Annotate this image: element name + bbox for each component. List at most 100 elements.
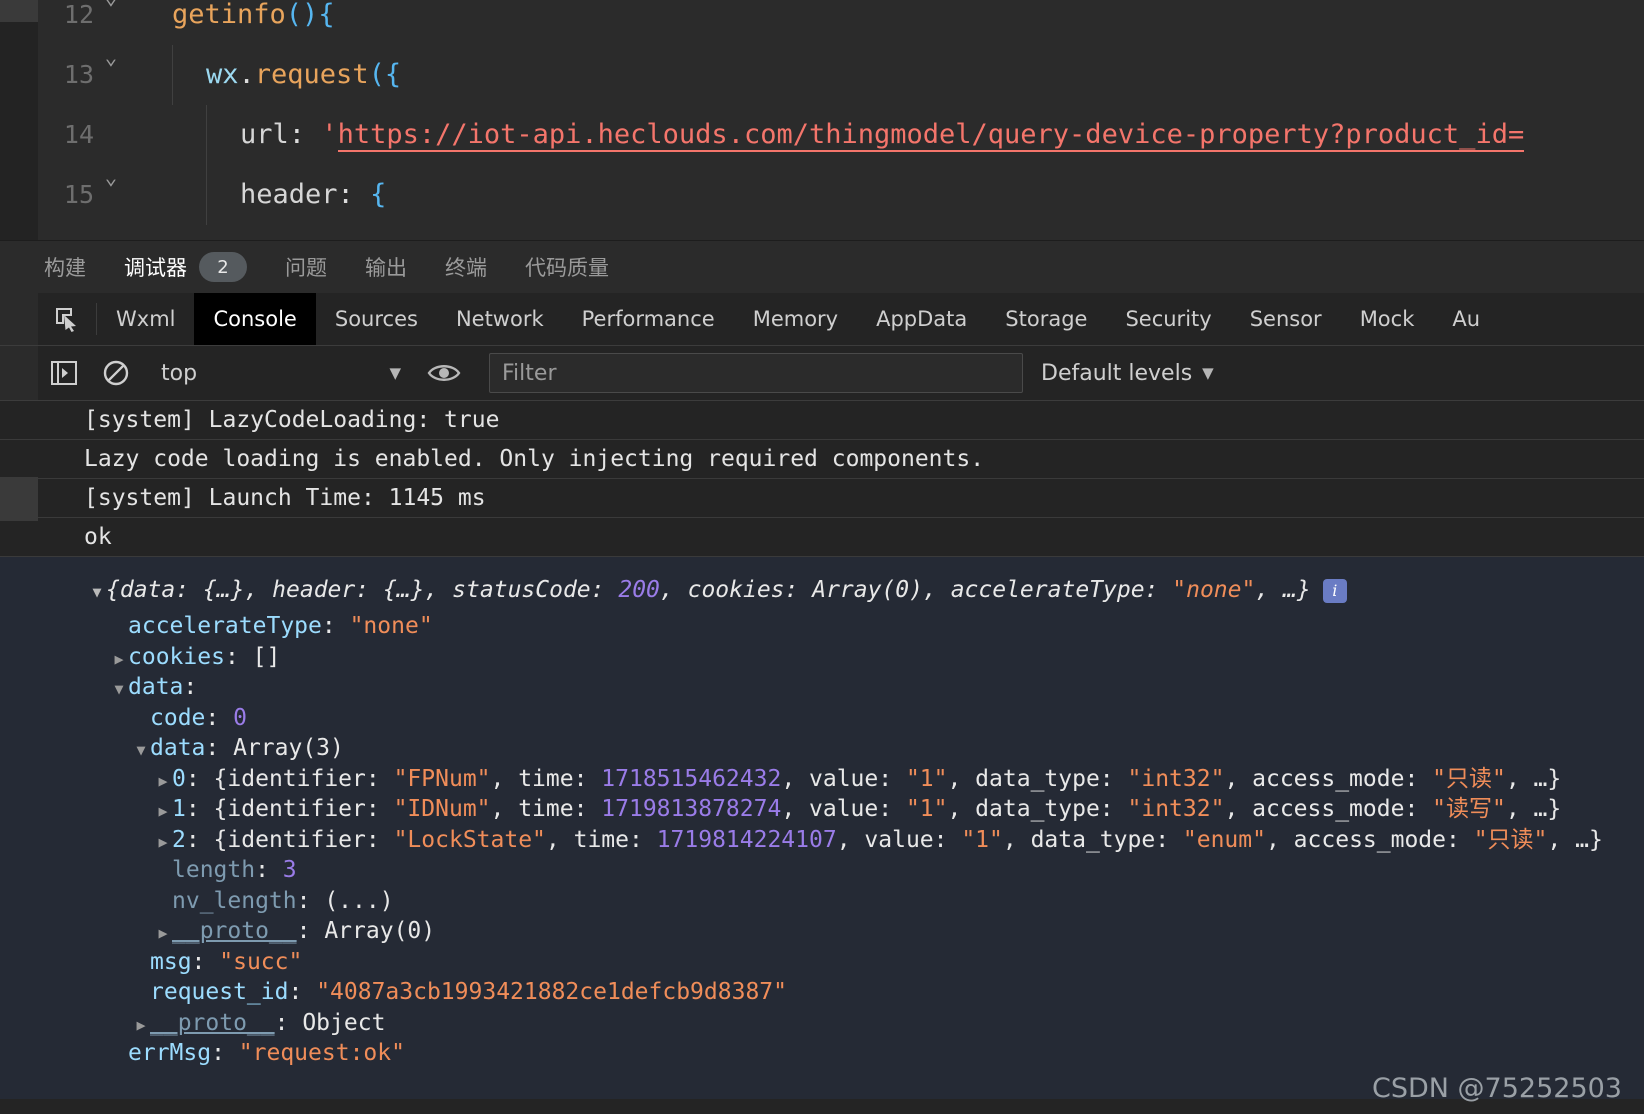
object-property-row[interactable]: request_id: "4087a3cb1993421882ce1defcb9… [0,977,1644,1008]
object-token: : [296,918,325,944]
line-number: 12 [63,0,94,29]
console-levels-select[interactable]: Default levels ▼ [1041,361,1214,386]
object-property-row[interactable]: ▶ 2: {identifier: "LockState", time: 1719… [0,825,1644,856]
devtools-tab-sensor[interactable]: Sensor [1231,293,1341,345]
devtools-tab-memory[interactable]: Memory [734,293,857,345]
console-toolbar[interactable]: top ▼ Filter Default levels ▼ [0,346,1644,401]
devtools-tab-network[interactable]: Network [437,293,563,345]
info-icon[interactable]: i [1322,578,1347,603]
devtools-tab-au[interactable]: Au [1433,293,1499,345]
devtools-tab-performance[interactable]: Performance [563,293,734,345]
ide-panel-tabbar[interactable]: 构建 调试器 2 问题 输出 终端 代码质量 [0,240,1644,293]
object-token: "只读" [1473,826,1548,853]
object-property-row[interactable]: accelerateType: "none" [0,611,1644,642]
live-expression-eye-icon[interactable] [418,346,470,400]
code-line[interactable]: getinfo(){ [150,0,335,45]
disclosure-triangle-icon[interactable]: ▶ [154,796,172,827]
console-message: Lazy code loading is enabled. Only injec… [0,440,1644,479]
object-token: 1719813878274 [601,796,782,822]
console-message: [system] Launch Time: 1145 ms [0,479,1644,518]
disclosure-triangle-icon[interactable]: ▶ [154,918,172,949]
clear-console-icon[interactable] [90,346,142,400]
code-token: header [240,179,338,210]
editor-code-area[interactable]: 12⌄getinfo(){13⌄wx.request({14url: 'http… [64,0,1644,240]
chevron-down-icon[interactable]: ⌄ [98,27,124,87]
object-property-row[interactable]: msg: "succ" [0,947,1644,978]
disclosure-triangle-icon[interactable]: ▼ [110,674,128,705]
devtools-tabbar[interactable]: Wxml Console Sources Network Performance Memo… [0,293,1644,346]
object-token: 0 [172,765,186,792]
devtools-tab-list[interactable]: Wxml Console Sources Network Performance Memo… [97,293,1499,345]
object-token: : [224,643,253,670]
disclosure-triangle-icon[interactable]: ▼ [132,735,150,766]
watermark: CSDN @75252503 [1372,1073,1622,1104]
devtools-tab-console[interactable]: Console [194,293,316,345]
code-token: ({ [368,59,402,90]
ide-tab-label: 构建 [44,256,86,280]
object-preview-token: 200 [618,577,660,603]
editor-strip-nub [0,0,38,22]
object-property-row[interactable]: ▶ 1: {identifier: "IDNum", time: 17198138… [0,794,1644,825]
object-token: 1719814224107 [656,826,837,853]
object-token: "FPNum" [393,765,491,792]
code-line[interactable]: wx.request({ [150,45,401,105]
object-preview-token: , cookies: Array(0), accelerateType: [659,577,1173,603]
chevron-down-icon[interactable]: ⌄ [98,0,124,27]
object-token: accelerateType [128,613,322,639]
object-token: 3 [282,857,297,883]
object-token: : [296,887,325,914]
indent-guide [172,45,173,105]
object-preview-header[interactable]: ▼ {data: {…}, header: {…}, statusCode: 20… [0,569,1644,611]
object-property-row[interactable]: errMsg: "request:ok" [0,1038,1644,1069]
code-line[interactable]: header: { [150,165,386,225]
chevron-down-icon: ▼ [389,364,401,382]
disclosure-triangle-icon[interactable]: ▶ [132,1010,150,1041]
object-property-row[interactable]: ▼ data: Array(3) [0,733,1644,764]
object-property-row[interactable]: ▶ __proto__: Array(0) [0,916,1644,947]
ide-tab-终端[interactable]: 终端 [445,252,487,282]
object-property-row[interactable]: ▶ 0: {identifier: "FPNum", time: 17185154… [0,764,1644,795]
devtools-tab-appdata[interactable]: AppData [857,293,986,345]
disclosure-triangle-icon[interactable]: ▶ [154,827,172,858]
devtools-tab-wxml[interactable]: Wxml [97,293,194,345]
object-token: : [205,704,234,731]
devtools-tab-security[interactable]: Security [1106,293,1230,345]
object-property-row[interactable]: ▶ cookies: [] [0,642,1644,673]
object-token: , value: [781,796,906,822]
console-sidebar-icon[interactable] [38,346,90,400]
object-property-row[interactable]: ▶ __proto__: Object [0,1008,1644,1039]
code-token: https://iot-api.heclouds.com/thingmodel/… [337,119,1525,152]
object-property-rows[interactable]: accelerateType: "none" ▶ cookies: [] ▼ data:… [0,611,1644,1069]
object-property-row[interactable]: ▼ data: [0,672,1644,703]
object-token: "request:ok" [238,1040,405,1066]
object-token: : [274,1009,303,1036]
disclosure-triangle-icon[interactable]: ▶ [154,766,172,797]
inspect-element-icon[interactable] [38,293,96,345]
object-token: "succ" [219,948,303,975]
ide-tab-问题[interactable]: 问题 [285,252,327,282]
ide-tab-输出[interactable]: 输出 [365,252,407,282]
console-object-entry[interactable]: ▼ {data: {…}, header: {…}, statusCode: 20… [0,557,1644,1099]
object-token: Array(0) [324,918,436,944]
ide-tab-label: 输出 [365,256,407,280]
object-token: , time: [490,765,602,792]
console-context-select[interactable]: top ▼ [143,346,417,400]
devtools-tab-storage[interactable]: Storage [986,293,1106,345]
ide-tab-代码质量[interactable]: 代码质量 [525,252,609,282]
object-property-row[interactable]: nv_length: (...) [0,886,1644,917]
devtools-tab-mock[interactable]: Mock [1341,293,1434,345]
ide-tab-调试器[interactable]: 调试器 2 [124,252,247,282]
chevron-down-icon[interactable]: ⌄ [98,147,124,207]
object-property-row[interactable]: length: 3 [0,855,1644,886]
disclosure-triangle-icon[interactable]: ▶ [110,644,128,675]
code-line[interactable]: url: 'https://iot-api.heclouds.com/thing… [150,105,1525,165]
code-token: getinfo [172,0,286,30]
disclosure-triangle-icon[interactable]: ▼ [88,571,106,613]
devtools-tab-sources[interactable]: Sources [316,293,437,345]
object-property-row[interactable]: code: 0 [0,703,1644,734]
console-filter-input[interactable]: Filter [489,353,1023,393]
console-message-list[interactable]: [system] LazyCodeLoading: true Lazy code … [0,401,1644,1114]
code-editor[interactable]: 12⌄getinfo(){13⌄wx.request({14url: 'http… [0,0,1644,240]
ide-tab-构建[interactable]: 构建 [44,252,86,282]
line-number: 13 [63,60,94,89]
